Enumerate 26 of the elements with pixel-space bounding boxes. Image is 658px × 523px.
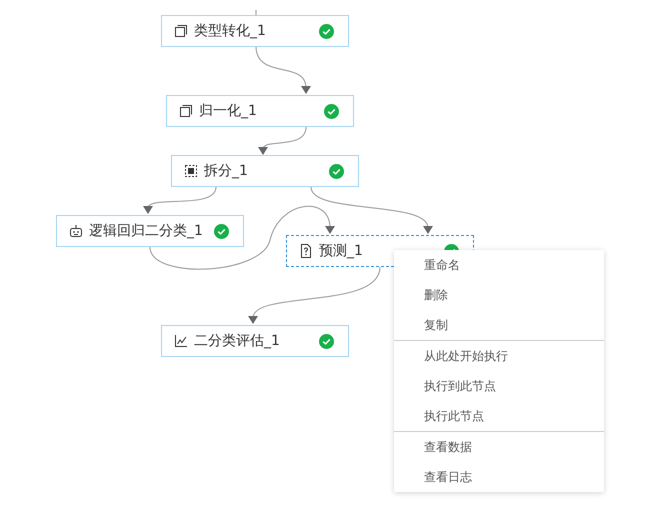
workflow-node[interactable]: 拆分_1 [171,155,359,187]
copy-icon [179,104,193,118]
menu-item[interactable]: 查看日志 [394,462,604,492]
node-label: 逻辑回归二分类_1 [89,222,204,240]
robot-icon [69,224,83,238]
dashed-square-icon [184,164,198,178]
line-chart-icon [174,334,188,348]
node-label: 类型转化_1 [194,22,267,40]
connector-arrow [256,46,311,94]
node-label: 预测_1 [319,242,364,260]
workflow-node[interactable]: 归一化_1 [166,95,354,127]
workflow-node[interactable]: 类型转化_1 [161,15,349,47]
menu-item[interactable]: 复制 [394,310,604,340]
node-label: 拆分_1 [204,162,249,180]
menu-item[interactable]: 删除 [394,280,604,310]
menu-item[interactable]: 执行到此节点 [394,371,604,401]
workflow-node[interactable]: 逻辑回归二分类_1 [56,215,244,247]
workflow-node[interactable]: 二分类评估_1 [161,325,349,357]
connector-arrow [258,126,306,155]
copy-icon [174,24,188,38]
menu-item[interactable]: 从此处开始执行 [394,341,604,371]
menu-item[interactable]: 查看数据 [394,432,604,462]
file-question-icon [299,244,313,258]
node-label: 归一化_1 [199,102,258,120]
node-label: 二分类评估_1 [194,332,281,350]
menu-item[interactable]: 执行此节点 [394,401,604,431]
